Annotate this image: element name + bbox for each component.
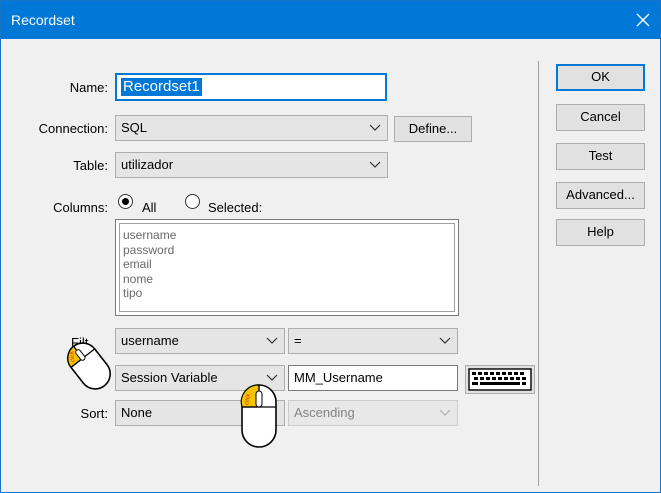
mouse-click-icon: click [59,331,119,404]
separator [538,61,539,486]
test-button[interactable]: Test [556,143,645,170]
filter-column-select[interactable]: username [115,328,285,354]
connection-label: Connection: [38,121,108,136]
connection-value: SQL [121,120,148,135]
radio-selected-dot [122,198,129,205]
name-field[interactable]: Recordset1 [115,73,387,101]
connection-select[interactable]: SQL [115,115,388,141]
columns-all-label: All [142,200,157,215]
title-bar: Recordset [1,1,660,39]
list-item[interactable]: username [123,228,454,243]
sort-order-value: Ascending [294,405,355,420]
list-item[interactable]: password [123,243,454,258]
filter-column-value: username [121,333,179,348]
advanced-button[interactable]: Advanced... [556,182,645,209]
sort-order-select: Ascending [288,400,458,426]
columns-list: username password email nome tipo [119,223,455,312]
chevron-down-icon [439,337,451,344]
columns-all-radio[interactable] [118,194,133,209]
chevron-down-icon [439,409,451,416]
list-item[interactable]: email [123,257,454,272]
define-button[interactable]: Define... [394,116,472,142]
table-value: utilizador [121,157,174,172]
columns-selected-radio[interactable] [185,194,200,209]
help-button[interactable]: Help [556,219,645,246]
chevron-down-icon [369,161,381,168]
sort-label: Sort: [80,406,108,421]
ok-button[interactable]: OK [556,64,645,91]
filter-source-value: Session Variable [121,370,218,385]
table-label: Table: [73,158,108,173]
columns-listbox[interactable]: username password email nome tipo [115,219,459,316]
filter-operator-select[interactable]: = [288,328,458,354]
table-select[interactable]: utilizador [115,152,388,178]
list-item[interactable]: nome [123,272,454,287]
recordset-dialog: Recordset Name: Recordset1 Connection: S… [0,0,661,493]
columns-label: Columns: [53,200,108,215]
keyboard-icon[interactable] [465,365,535,394]
name-value: Recordset1 [121,78,202,96]
sort-column-value: None [121,405,153,420]
close-icon[interactable] [630,7,656,33]
list-item[interactable]: tipo [123,286,454,301]
filter-value: MM_Username [294,370,383,385]
name-label: Name: [69,80,108,95]
filter-value-field[interactable]: MM_Username [288,365,458,391]
chevron-down-icon [266,337,278,344]
columns-selected-label: Selected: [208,200,263,215]
filter-operator-value: = [294,333,302,348]
mouse-click-icon: click [234,377,284,460]
cancel-button[interactable]: Cancel [556,104,645,131]
chevron-down-icon [369,124,381,131]
window-title: Recordset [11,12,75,28]
